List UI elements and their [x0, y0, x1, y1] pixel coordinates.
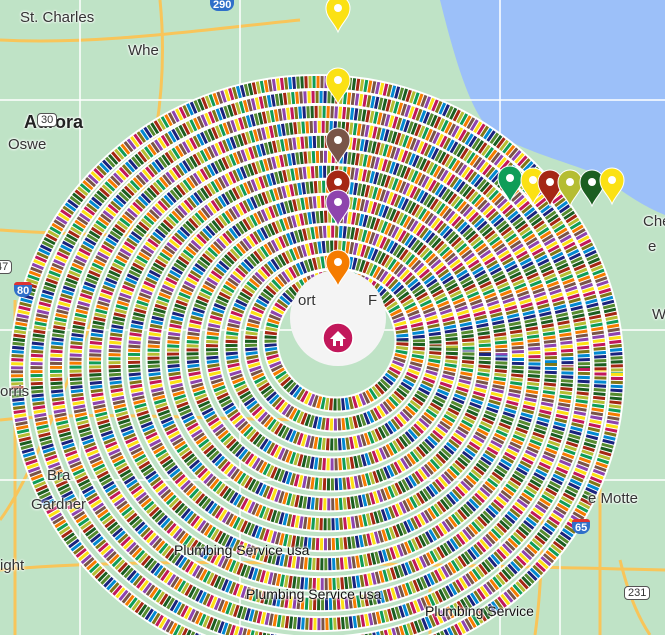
pin-dot	[334, 198, 342, 206]
pin-dot	[334, 4, 342, 12]
pin-dot	[546, 178, 554, 186]
city-label: e Motte	[588, 490, 639, 507]
city-label: Wa	[652, 306, 665, 323]
pin-dot	[334, 76, 342, 84]
interstate-shield: 290	[210, 0, 235, 11]
pin-dot	[334, 258, 342, 266]
city-label: F	[368, 292, 378, 309]
map-base-layer	[0, 0, 665, 635]
us-route-shield: 47	[0, 260, 13, 274]
pin-dot	[608, 176, 616, 184]
city-label: ight	[0, 557, 25, 574]
place-label[interactable]: Plumbing Service usa	[246, 586, 381, 602]
city-label: Bra	[47, 467, 71, 484]
city-label: Whe	[128, 42, 159, 59]
interstate-shield: 80	[14, 282, 33, 297]
marker-spiral-cluster	[9, 74, 625, 635]
place-label[interactable]: Plumbing Service	[425, 603, 534, 619]
city-label: Che	[643, 213, 665, 230]
pin-dot	[529, 176, 537, 184]
us-route-shield: 30	[37, 113, 58, 127]
city-label: ort	[298, 292, 316, 309]
pin-dot	[588, 178, 596, 186]
map-pin-marker[interactable]	[599, 167, 625, 206]
interstate-shield: 65	[572, 519, 591, 534]
pin-dot	[506, 174, 514, 182]
pin-dot	[334, 136, 342, 144]
place-label[interactable]: Plumbing Service usa	[174, 542, 309, 558]
us-route-shield: 231	[624, 586, 651, 600]
city-label: e	[648, 238, 657, 255]
city-label: orris	[0, 383, 30, 400]
pin-dot	[566, 178, 574, 186]
city-label: Oswe	[8, 136, 47, 153]
city-label: Gardner	[31, 496, 87, 513]
city-label: St. Charles	[20, 9, 95, 26]
map-canvas[interactable]: St. Charles Whe Aurora Oswe orris Bra Ga…	[0, 0, 665, 635]
pin-dot	[334, 178, 342, 186]
